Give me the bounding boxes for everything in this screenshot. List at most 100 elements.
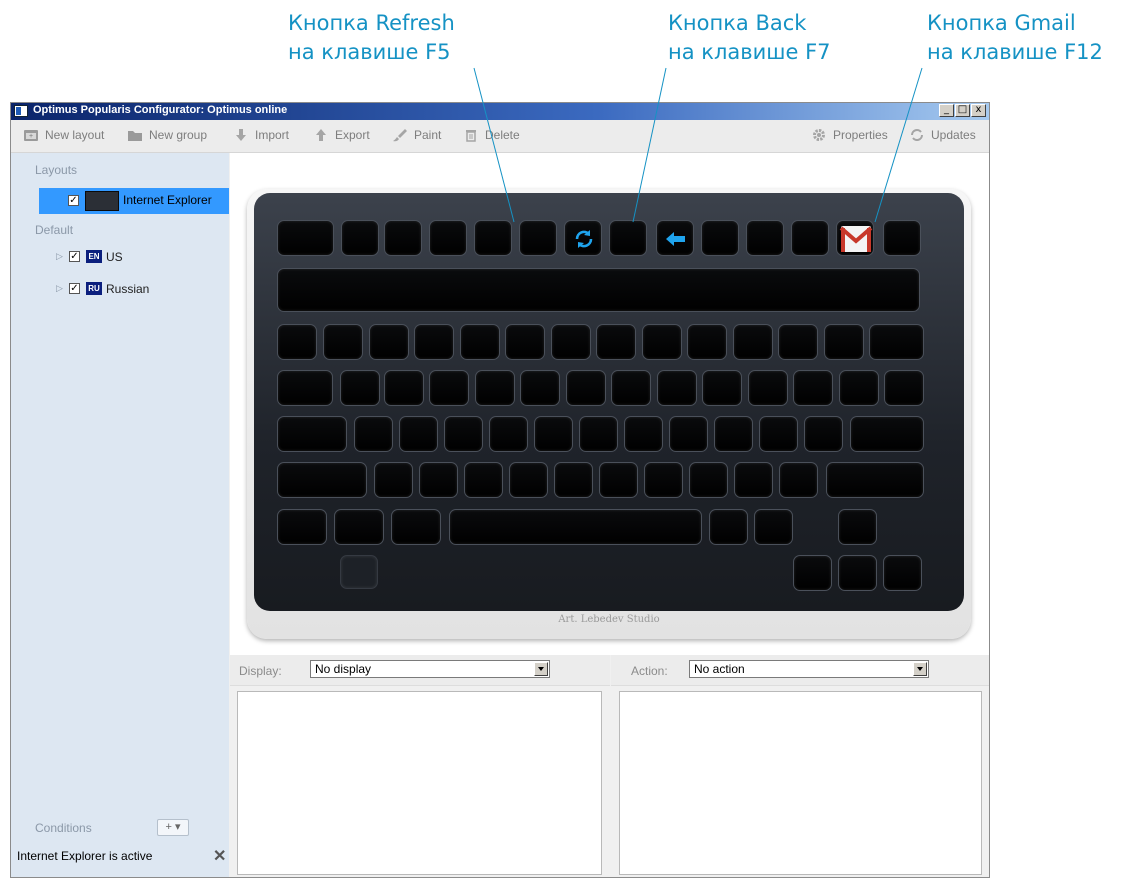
- keyboard-key[interactable]: [669, 416, 708, 452]
- keyboard-key[interactable]: [733, 324, 773, 360]
- new-group-button[interactable]: New group: [127, 128, 207, 142]
- layout-checkbox[interactable]: ✓: [68, 195, 79, 206]
- left-shift-key[interactable]: [277, 462, 367, 498]
- keyboard-key[interactable]: [579, 416, 618, 452]
- expand-arrow-icon[interactable]: ▷: [56, 283, 63, 294]
- keyboard-key[interactable]: [520, 370, 560, 406]
- keyboard-key[interactable]: [566, 370, 606, 406]
- us-checkbox[interactable]: ✓: [69, 251, 80, 262]
- chevron-down-icon[interactable]: [913, 662, 927, 676]
- keyboard-key[interactable]: [804, 416, 843, 452]
- export-button[interactable]: Export: [313, 128, 370, 142]
- display-select[interactable]: No display: [310, 660, 550, 678]
- keyboard-key[interactable]: [734, 462, 773, 498]
- action-select[interactable]: No action: [689, 660, 929, 678]
- tree-item-russian[interactable]: ▷ ✓ RU Russian: [11, 277, 229, 299]
- function-key[interactable]: [341, 220, 379, 256]
- function-key[interactable]: [519, 220, 557, 256]
- keyboard-key[interactable]: [759, 416, 798, 452]
- tab-key[interactable]: [277, 370, 333, 406]
- f7-back-key[interactable]: [656, 220, 694, 256]
- keyboard-key[interactable]: [414, 324, 454, 360]
- layout-item-internet-explorer[interactable]: ✓ Internet Explorer: [39, 188, 229, 214]
- keyboard-key[interactable]: [657, 370, 697, 406]
- alt-key[interactable]: [334, 509, 384, 545]
- delete-button[interactable]: Delete: [463, 128, 520, 142]
- chevron-down-icon[interactable]: [534, 662, 548, 676]
- title-bar[interactable]: Optimus Popularis Configurator: Optimus …: [11, 103, 989, 120]
- cmd-key[interactable]: [391, 509, 441, 545]
- keyboard-key[interactable]: [429, 370, 469, 406]
- up-arrow-key[interactable]: [838, 509, 877, 545]
- right-arrow-key[interactable]: [883, 555, 922, 591]
- keyboard-key[interactable]: [778, 324, 818, 360]
- left-arrow-key[interactable]: [793, 555, 832, 591]
- keyboard-key[interactable]: [505, 324, 545, 360]
- properties-button[interactable]: Properties: [811, 128, 888, 142]
- keyboard-key[interactable]: [869, 324, 924, 360]
- keyboard-key[interactable]: [689, 462, 728, 498]
- space-key[interactable]: [449, 509, 702, 545]
- keyboard-key[interactable]: [399, 416, 438, 452]
- keyboard-key[interactable]: [384, 370, 424, 406]
- function-key[interactable]: [384, 220, 422, 256]
- maximize-button[interactable]: □: [955, 104, 970, 117]
- function-key[interactable]: [791, 220, 829, 256]
- russian-checkbox[interactable]: ✓: [69, 283, 80, 294]
- paint-button[interactable]: Paint: [392, 128, 441, 142]
- remove-condition-icon[interactable]: ✕: [213, 846, 226, 866]
- keyboard-key[interactable]: [687, 324, 727, 360]
- tree-item-us[interactable]: ▷ ✓ EN US: [11, 245, 229, 267]
- down-arrow-key[interactable]: [838, 555, 877, 591]
- f5-refresh-key[interactable]: [564, 220, 602, 256]
- keyboard-key[interactable]: [779, 462, 818, 498]
- keyboard-key[interactable]: [748, 370, 788, 406]
- function-key[interactable]: [429, 220, 467, 256]
- function-key[interactable]: [277, 220, 334, 256]
- ctrl-key[interactable]: [277, 509, 327, 545]
- keyboard-key[interactable]: [884, 370, 924, 406]
- keyboard-key[interactable]: [754, 509, 793, 545]
- keyboard-key[interactable]: [323, 324, 363, 360]
- keyboard-key[interactable]: [475, 370, 515, 406]
- function-key[interactable]: [701, 220, 739, 256]
- keyboard-key[interactable]: [839, 370, 879, 406]
- keyboard-key[interactable]: [369, 324, 409, 360]
- new-layout-button[interactable]: + New layout: [23, 128, 104, 142]
- enter-key[interactable]: [850, 416, 924, 452]
- keyboard-key[interactable]: [642, 324, 682, 360]
- fn-key[interactable]: [340, 555, 378, 589]
- keyboard-key[interactable]: [464, 462, 503, 498]
- minimize-button[interactable]: _: [939, 104, 954, 117]
- keyboard-key[interactable]: [596, 324, 636, 360]
- keyboard-key[interactable]: [374, 462, 413, 498]
- keyboard-key[interactable]: [611, 370, 651, 406]
- keyboard-key[interactable]: [793, 370, 833, 406]
- action-editor[interactable]: [619, 691, 982, 875]
- keyboard-key[interactable]: [489, 416, 528, 452]
- caps-key[interactable]: [277, 416, 347, 452]
- f12-gmail-key[interactable]: [836, 220, 874, 256]
- keyboard-key[interactable]: [624, 416, 663, 452]
- keyboard-key[interactable]: [419, 462, 458, 498]
- keyboard-key[interactable]: [702, 370, 742, 406]
- keyboard-key[interactable]: [534, 416, 573, 452]
- keyboard-key[interactable]: [551, 324, 591, 360]
- expand-arrow-icon[interactable]: ▷: [56, 251, 63, 262]
- keyboard-key[interactable]: [824, 324, 864, 360]
- keyboard-key[interactable]: [599, 462, 638, 498]
- function-key[interactable]: [474, 220, 512, 256]
- keyboard-key[interactable]: [509, 462, 548, 498]
- add-condition-button[interactable]: + ▾: [157, 819, 189, 836]
- import-button[interactable]: Import: [233, 128, 289, 142]
- display-editor[interactable]: [237, 691, 602, 875]
- function-key[interactable]: [883, 220, 921, 256]
- keyboard-key[interactable]: [444, 416, 483, 452]
- right-shift-key[interactable]: [826, 462, 924, 498]
- function-key[interactable]: [746, 220, 784, 256]
- keyboard-key[interactable]: [277, 324, 317, 360]
- keyboard-key[interactable]: [714, 416, 753, 452]
- keyboard-key[interactable]: [554, 462, 593, 498]
- keyboard-key[interactable]: [354, 416, 393, 452]
- keyboard-key[interactable]: [644, 462, 683, 498]
